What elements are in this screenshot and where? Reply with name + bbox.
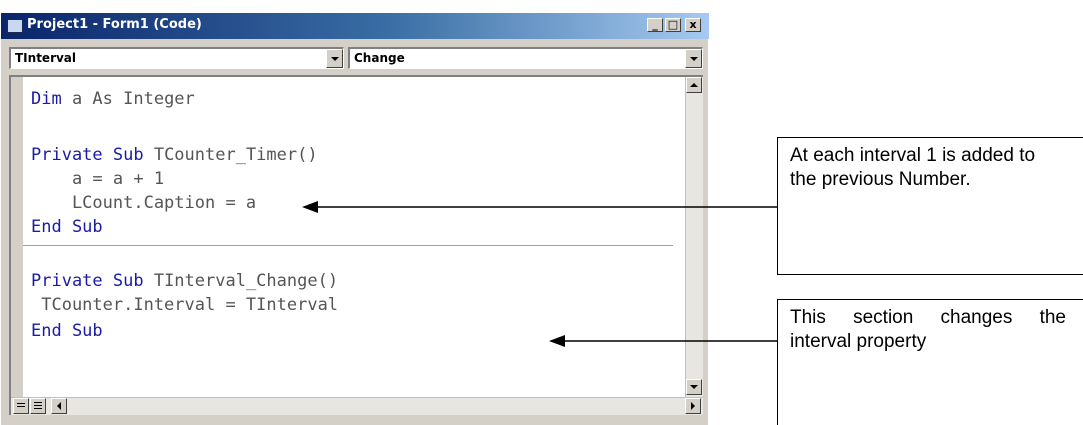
callout-text: At each interval 1 is added to the previ… xyxy=(790,145,1036,190)
callout-box-timer: At each interval 1 is added to the previ… xyxy=(777,137,1083,275)
callout-box-interval: This section changes the interval proper… xyxy=(777,299,1083,425)
scroll-down-icon[interactable] xyxy=(686,379,702,395)
window-title: Project1 - Form1 (Code) xyxy=(27,17,202,32)
horizontal-scrollbar[interactable] xyxy=(11,397,703,415)
scroll-right-icon[interactable] xyxy=(685,398,701,414)
code-line: a = a + 1 xyxy=(31,169,165,189)
title-bar[interactable]: Project1 - Form1 (Code) _ □ x xyxy=(1,13,709,39)
code-line: End Sub xyxy=(31,321,103,341)
code-line: Private Sub TInterval_Change() xyxy=(31,271,338,291)
code-line: Dim a As Integer xyxy=(31,89,195,109)
scroll-up-icon xyxy=(690,83,698,87)
object-combo[interactable]: TInterval xyxy=(9,47,344,69)
code-keyword: End Sub xyxy=(31,217,103,237)
code-text: TCounter_Timer() xyxy=(143,145,318,165)
procedure-view-icon[interactable] xyxy=(13,398,29,414)
scroll-down-icon xyxy=(690,385,698,389)
procedure-separator xyxy=(23,245,673,246)
code-editor[interactable]: Dim a As Integer Private Sub TCounter_Ti… xyxy=(9,75,703,415)
editor-margin xyxy=(11,77,23,415)
procedure-combo-value: Change xyxy=(354,51,405,65)
dropdown-arrow-icon[interactable] xyxy=(326,49,343,68)
minimize-button[interactable]: _ xyxy=(647,18,663,32)
window-icon xyxy=(7,19,23,33)
full-module-view-icon[interactable] xyxy=(30,398,46,414)
code-line: LCount.Caption = a xyxy=(31,193,257,213)
scroll-up-icon[interactable] xyxy=(686,77,702,93)
code-text: TInterval_Change() xyxy=(143,271,339,291)
code-line: End Sub xyxy=(31,217,103,237)
close-button[interactable]: x xyxy=(685,18,701,32)
scroll-left-icon[interactable] xyxy=(51,398,67,414)
code-keyword: Private Sub xyxy=(31,271,144,291)
procedure-combo[interactable]: Change xyxy=(348,47,703,69)
code-keyword: Dim xyxy=(31,89,62,109)
code-window: Project1 - Form1 (Code) _ □ x TInterval … xyxy=(0,12,709,425)
code-keyword: Private Sub xyxy=(31,145,144,165)
vertical-scrollbar[interactable] xyxy=(685,77,703,397)
maximize-button[interactable]: □ xyxy=(665,18,681,32)
object-combo-value: TInterval xyxy=(15,51,77,65)
dropdown-arrow-icon[interactable] xyxy=(685,49,702,68)
callout-text: This section changes the interval proper… xyxy=(790,307,1066,352)
code-line: TCounter.Interval = TInterval xyxy=(31,295,339,315)
code-keyword: End Sub xyxy=(31,321,103,341)
code-line: Private Sub TCounter_Timer() xyxy=(31,145,318,165)
code-text: a As Integer xyxy=(61,89,195,109)
